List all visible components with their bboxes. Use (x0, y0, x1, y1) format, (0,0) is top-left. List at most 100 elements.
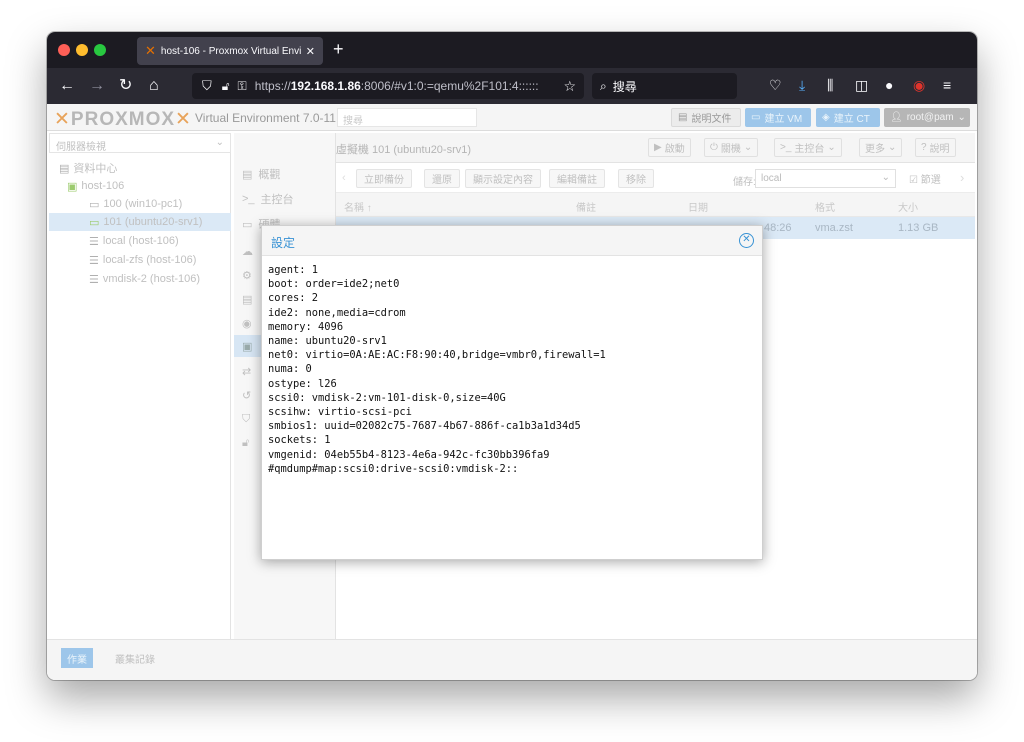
power-icon: ⏻ (710, 142, 718, 153)
tab-cluster-log[interactable]: 叢集記錄 (109, 648, 161, 668)
log-panel: 作業 叢集記錄 (47, 639, 977, 680)
cloud-init-icon[interactable]: ☁ (242, 245, 253, 258)
config-line: cores: 2 (268, 292, 319, 305)
close-icon[interactable]: ✕ (739, 233, 754, 248)
bookmark-star-icon[interactable]: ☆ (563, 78, 576, 95)
forward-icon[interactable]: → (89, 76, 105, 96)
play-icon: ▶ (654, 142, 662, 153)
backup-floppy-icon: ▣ (242, 341, 253, 353)
tree-item-storage-vmdisk-2[interactable]: ☰ vmdisk-2 (host-106) (89, 270, 200, 288)
pocket-icon[interactable]: ♡ (769, 77, 782, 94)
storage-icon: ☰ (89, 254, 99, 267)
config-line: #qmdump#map:scsi0:drive-scsi0:vmdisk-2:: (268, 462, 519, 475)
row-format: vma.zst (815, 222, 853, 234)
start-button[interactable]: ▶ 啟動 (648, 138, 691, 157)
chevron-down-icon: ⌄ (881, 172, 890, 183)
column-size[interactable]: 大小 (898, 199, 918, 214)
extension-icon[interactable]: ◉ (913, 77, 925, 94)
scroll-left-icon[interactable]: ‹ (342, 172, 346, 184)
replication-icon[interactable]: ⇄ (242, 365, 251, 378)
browser-search-bar[interactable]: ⌕ 搜尋 (592, 73, 737, 99)
create-vm-button[interactable]: ▭ 建立 VM (745, 108, 811, 127)
tab-tasks[interactable]: 作業 (61, 648, 93, 668)
config-line: vmgenid: 04eb55b4-8123-4e6a-942c-fc30bb3… (268, 448, 550, 461)
header-search-input[interactable]: 搜尋 (337, 108, 477, 127)
account-icon[interactable]: ● (885, 77, 893, 93)
tree-item-node[interactable]: ▣ host-106 (67, 177, 124, 195)
permissions-unlock-icon[interactable]: 🔓︎ (242, 437, 249, 450)
menu-icon[interactable]: ≡ (943, 77, 951, 93)
tree-item-storage-local[interactable]: ☰ local (host-106) (89, 232, 179, 250)
column-format[interactable]: 格式 (815, 199, 835, 214)
vm-icon: ▭ (89, 198, 100, 211)
browser-tab[interactable]: ✕ host-106 - Proxmox Virtual Envir ✕ (137, 37, 323, 65)
tab-title: host-106 - Proxmox Virtual Envir (160, 45, 302, 57)
browser-tab-bar: ✕ host-106 - Proxmox Virtual Envir ✕ + (47, 32, 977, 68)
checkbox-icon: ☑ (909, 175, 918, 186)
nav-console[interactable]: >_ 主控台 (234, 188, 336, 210)
config-text: agent: 1 boot: order=ide2;net0 cores: 2 ide… (268, 263, 606, 476)
backup-now-button[interactable]: 立即備份 (356, 169, 412, 188)
storage-select[interactable]: local ⌄ (755, 169, 896, 188)
console-button[interactable]: >_ 主控台 ⌄ (774, 138, 842, 157)
library-icon[interactable]: ⫼ (827, 77, 833, 94)
sidebar-icon[interactable]: ◫ (855, 77, 868, 94)
scroll-right-icon[interactable]: › (960, 170, 964, 185)
remove-button[interactable]: 移除 (618, 169, 654, 188)
view-selector[interactable]: 伺服器檢視 ⌄ (49, 133, 231, 153)
storage-icon: ☰ (89, 235, 99, 248)
firewall-shield-icon[interactable]: ⛉ (242, 413, 250, 426)
back-icon[interactable]: ← (59, 76, 75, 96)
prune-button[interactable]: ☑ 節選 (909, 171, 941, 186)
config-line: net0: virtio=0A:AE:AC:F8:90:40,bridge=vm… (268, 349, 606, 362)
chevron-down-icon: ⌄ (888, 142, 897, 153)
config-line: ide2: none,media=cdrom (268, 306, 406, 319)
row-date: 48:26 (764, 222, 792, 234)
download-icon[interactable]: ⤓ (799, 77, 805, 94)
config-line: name: ubuntu20-srv1 (268, 335, 387, 348)
key-icon[interactable]: ⚿ (238, 79, 247, 94)
book-icon: ▤ (678, 112, 688, 123)
tree-item-datacenter[interactable]: ▤ 資料中心 (59, 159, 117, 177)
config-line: numa: 0 (268, 363, 312, 376)
show-config-button[interactable]: 顯示設定內容 (465, 169, 541, 188)
chevron-down-icon: ⌄ (743, 142, 753, 153)
vm-running-icon: ▭ (89, 216, 100, 229)
user-menu-button[interactable]: 👤︎ root@pam ⌄ (884, 108, 970, 127)
proxmox-logo: ✕PROXMOX✕ (54, 109, 192, 130)
close-window-button[interactable] (58, 44, 70, 56)
column-name[interactable]: 名稱 ↑ (344, 199, 372, 214)
tracking-shield-icon[interactable]: ⛉ (202, 78, 212, 94)
tree-item-vm-101[interactable]: ▭ 101 (ubuntu20-srv1) (49, 213, 231, 231)
monitor-eye-icon[interactable]: ◉ (242, 317, 252, 330)
create-ct-button[interactable]: ◈ 建立 CT (816, 108, 880, 127)
edit-notes-button[interactable]: 編輯備註 (549, 169, 605, 188)
column-notes[interactable]: 備註 (576, 199, 596, 214)
tree-item-vm-100[interactable]: ▭ 100 (win10-pc1) (89, 195, 182, 213)
close-tab-icon[interactable]: ✕ (306, 45, 315, 58)
maximize-window-button[interactable] (94, 44, 106, 56)
storage-icon: ☰ (89, 273, 99, 286)
new-tab-icon[interactable]: + (333, 39, 344, 60)
reload-icon[interactable]: ↻ (119, 76, 132, 96)
insecure-lock-icon[interactable]: 🔓︎ (222, 79, 230, 94)
config-line: scsi0: vmdisk-2:vm-101-disk-0,size=40G (268, 391, 506, 404)
config-line: memory: 4096 (268, 320, 344, 333)
url-bar[interactable]: ⛉ 🔓︎ ⚿ https://192.168.1.86:8006/#v1:0:=… (192, 73, 584, 99)
restore-button[interactable]: 還原 (424, 169, 460, 188)
options-gear-icon[interactable]: ⚙ (242, 269, 252, 282)
column-date[interactable]: 日期 (688, 199, 708, 214)
snapshots-icon[interactable]: ↺ (242, 389, 251, 402)
console-icon: >_ (242, 193, 255, 205)
task-history-icon[interactable]: ▤ (242, 293, 252, 306)
url-text[interactable]: https://192.168.1.86:8006/#v1:0:=qemu%2F… (255, 79, 556, 93)
help-button[interactable]: ? 說明 (915, 138, 956, 157)
tree-item-storage-local-zfs[interactable]: ☰ local-zfs (host-106) (89, 251, 196, 269)
home-icon[interactable]: ⌂ (149, 76, 159, 96)
documentation-button[interactable]: ▤ 說明文件 (671, 108, 741, 127)
breadcrumb-bar: 節點 host-106 上的虛擬機 101 (ubuntu20-srv1) ▶ 啟… (234, 133, 975, 163)
minimize-window-button[interactable] (76, 44, 88, 56)
nav-summary[interactable]: ▤ 概觀 (234, 163, 336, 185)
shutdown-button[interactable]: ⏻ 關機 ⌄ (704, 138, 759, 157)
more-button[interactable]: 更多 ⌄ (859, 138, 903, 157)
